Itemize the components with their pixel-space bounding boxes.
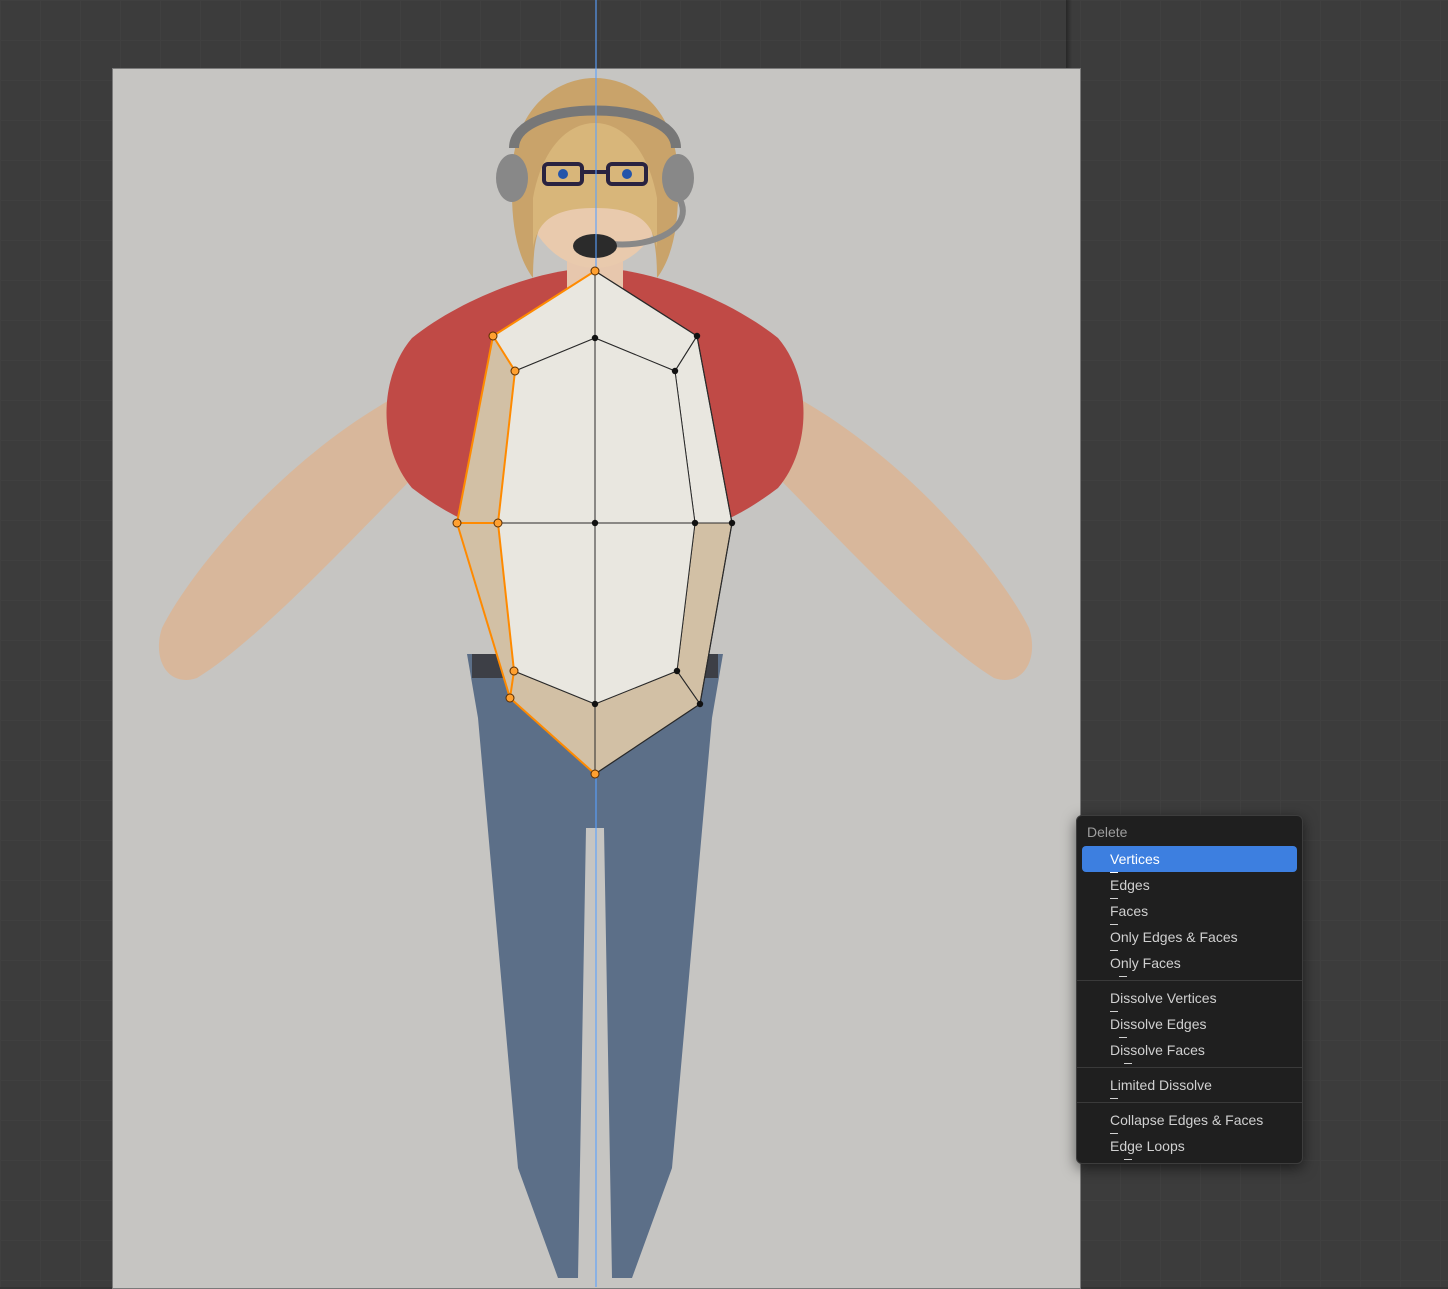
axis-z-line xyxy=(595,0,597,1287)
context-menu-delete[interactable]: Delete VerticesEdgesFacesOnly Edges & Fa… xyxy=(1076,815,1303,1164)
context-menu-item-dissolve-edges[interactable]: Dissolve Edges xyxy=(1082,1011,1297,1037)
context-menu-item-dissolve-vertices[interactable]: Dissolve Vertices xyxy=(1082,985,1297,1011)
accelerator-underline xyxy=(1124,1063,1132,1064)
accelerator-underline xyxy=(1119,976,1127,977)
context-menu-item-edges[interactable]: Edges xyxy=(1082,872,1297,898)
context-menu-item-dissolve-faces[interactable]: Dissolve Faces xyxy=(1082,1037,1297,1063)
context-menu-item-faces[interactable]: Faces xyxy=(1082,898,1297,924)
context-menu-item-collapse-ef[interactable]: Collapse Edges & Faces xyxy=(1082,1107,1297,1133)
context-menu-item-edge-loops[interactable]: Edge Loops xyxy=(1082,1133,1297,1159)
context-menu-separator xyxy=(1077,1067,1302,1068)
accelerator-underline xyxy=(1110,1098,1118,1099)
context-menu-separator xyxy=(1077,1102,1302,1103)
context-menu-separator xyxy=(1077,980,1302,981)
context-menu-title: Delete xyxy=(1077,816,1302,846)
context-menu-item-only-faces[interactable]: Only Faces xyxy=(1082,950,1297,976)
context-menu-item-only-edges-faces[interactable]: Only Edges & Faces xyxy=(1082,924,1297,950)
accelerator-underline xyxy=(1124,1159,1132,1160)
context-menu-item-limited-dissolve[interactable]: Limited Dissolve xyxy=(1082,1072,1297,1098)
context-menu-item-vertices[interactable]: Vertices xyxy=(1082,846,1297,872)
